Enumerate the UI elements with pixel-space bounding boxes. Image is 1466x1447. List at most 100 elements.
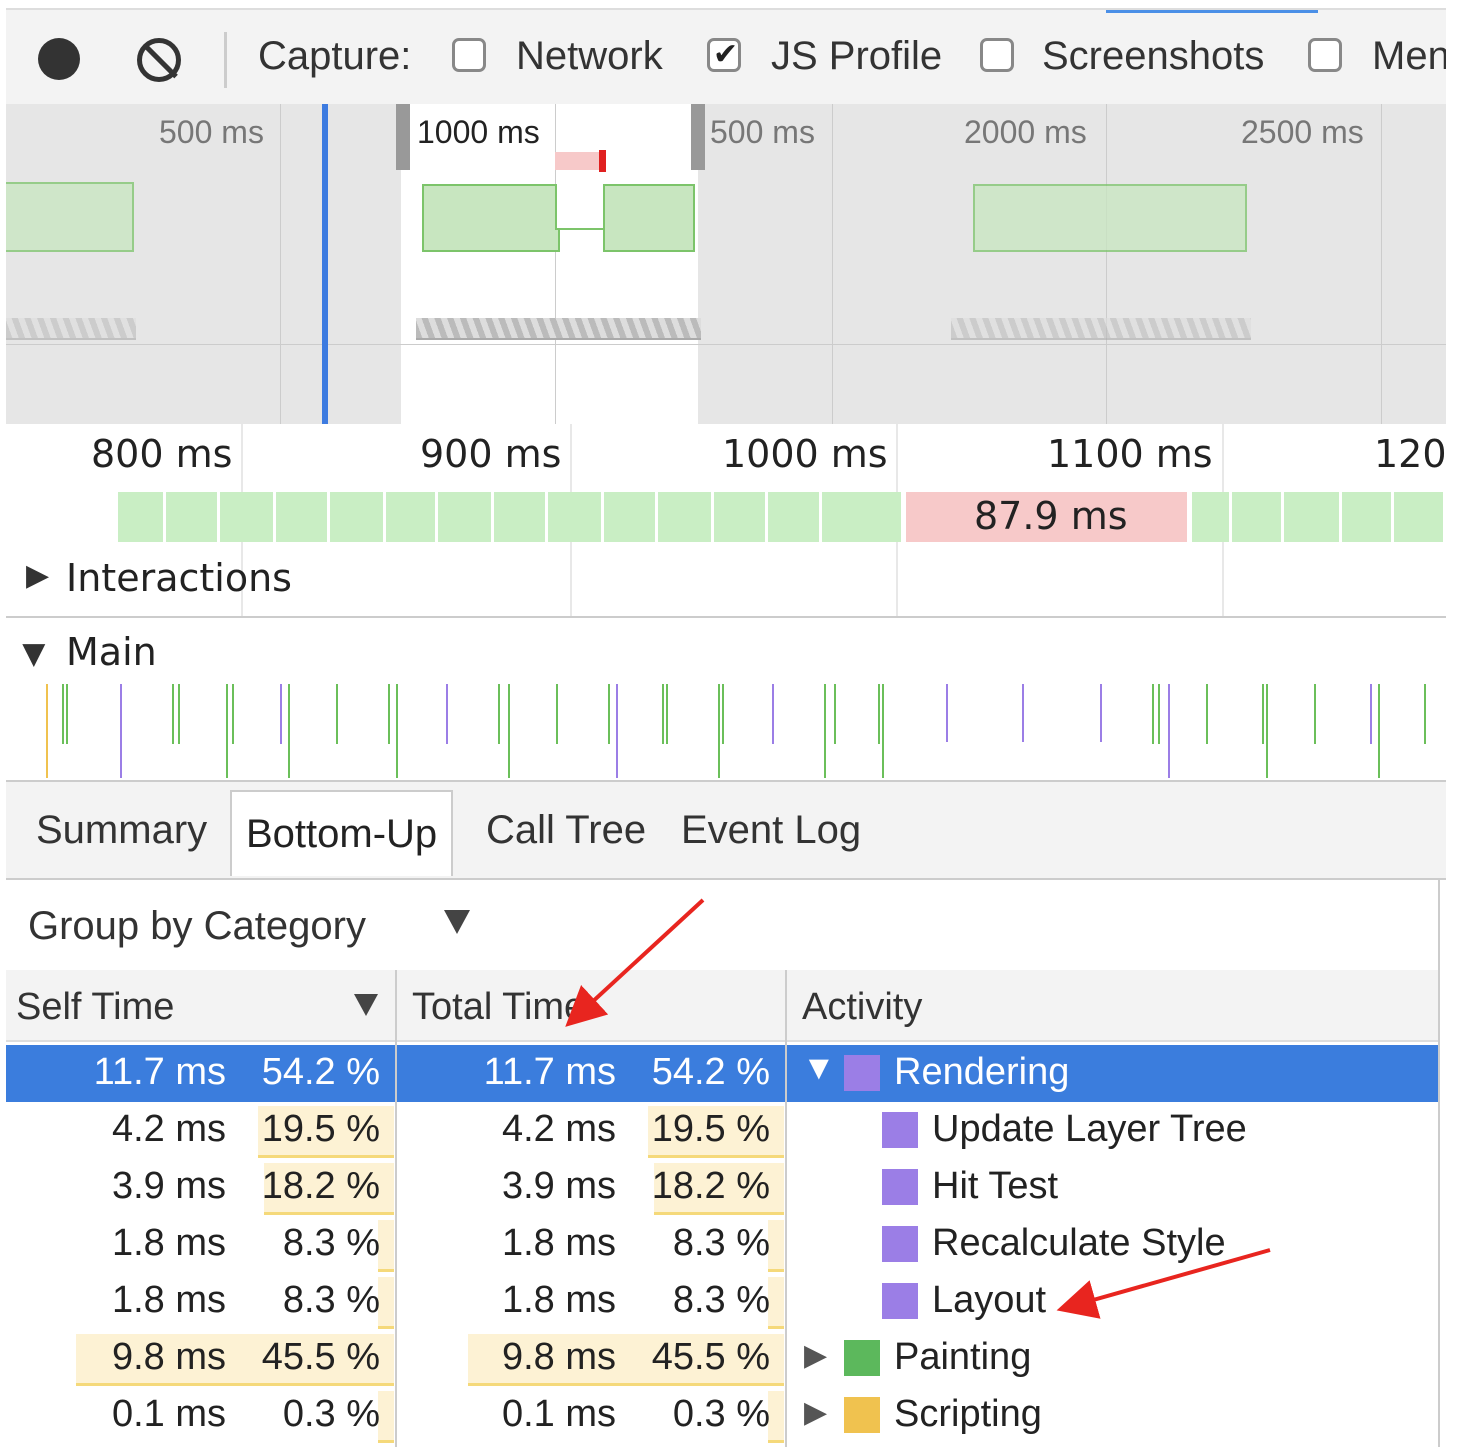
total-time-header[interactable]: Total Time [396,970,786,1042]
overview-selection-window[interactable] [401,104,698,424]
interactions-expand-icon[interactable]: ▶ [26,558,49,593]
main-task-marker[interactable] [824,684,826,778]
main-task-marker[interactable] [1206,684,1208,744]
frame-bar[interactable] [276,492,330,542]
table-row[interactable]: 9.8 ms 45.5 % 9.8 ms 45.5 % ▶ Painting [6,1330,1438,1387]
main-task-marker[interactable] [878,684,880,744]
main-task-marker[interactable] [46,684,48,778]
main-task-marker[interactable] [1314,684,1316,744]
main-task-marker[interactable] [718,684,720,778]
overview-right-handle[interactable] [691,104,705,170]
main-task-marker[interactable] [666,684,668,744]
self-pct-highlight [378,1277,394,1329]
frame-bar[interactable] [1284,492,1342,542]
frame-bar[interactable] [822,492,904,542]
frame-bar[interactable] [714,492,768,542]
memory-checkbox[interactable] [1308,38,1342,72]
main-task-marker[interactable] [616,684,618,778]
table-row[interactable]: 3.9 ms 18.2 % 3.9 ms 18.2 % Hit Test [6,1159,1438,1216]
clear-icon[interactable] [137,38,181,82]
frame-bar[interactable] [1342,492,1394,542]
memory-label[interactable]: Men [1372,34,1446,79]
main-task-marker[interactable] [396,684,398,778]
collapse-triangle-icon[interactable]: ▼ [802,1049,836,1088]
main-task-marker[interactable] [1100,684,1102,742]
record-button[interactable] [38,38,80,80]
main-task-marker[interactable] [280,684,282,744]
table-row[interactable]: 1.8 ms 8.3 % 1.8 ms 8.3 % Recalculate Style [6,1216,1438,1273]
main-task-marker[interactable] [388,684,390,744]
main-task-marker[interactable] [336,684,338,744]
main-task-marker[interactable] [120,684,122,778]
main-task-marker[interactable] [662,684,664,744]
main-track-title[interactable]: Main [66,630,157,674]
main-task-marker[interactable] [508,684,510,778]
frame-bar[interactable] [604,492,658,542]
frame-bar[interactable] [220,492,276,542]
main-task-marker[interactable] [556,684,558,744]
main-task-marker[interactable] [1378,684,1380,778]
tab-call-tree[interactable]: Call Tree [486,808,646,853]
js-profile-checkbox[interactable] [707,37,741,72]
main-task-marker[interactable] [946,684,948,742]
main-task-marker[interactable] [608,684,610,744]
frame-bar[interactable] [1232,492,1284,542]
main-collapse-icon[interactable]: ▶ [18,644,53,667]
frame-bar[interactable] [118,492,166,542]
main-task-marker[interactable] [1266,684,1268,778]
main-task-marker[interactable] [232,684,234,744]
interactions-track-title[interactable]: Interactions [66,556,292,600]
frame-bar[interactable] [166,492,220,542]
table-row[interactable]: 1.8 ms 8.3 % 1.8 ms 8.3 % Layout [6,1273,1438,1330]
main-task-marker[interactable] [1022,684,1024,742]
frame-bar[interactable] [548,492,604,542]
frame-bar[interactable] [330,492,386,542]
overview-left-handle[interactable] [396,104,410,170]
frame-bar[interactable] [494,492,548,542]
main-task-marker[interactable] [178,684,180,744]
main-task-marker[interactable] [66,684,68,744]
frame-bar[interactable] [1394,492,1446,542]
main-task-marker[interactable] [834,684,836,744]
main-thread-track[interactable]: ▶ Main [6,618,1446,782]
frame-bar[interactable] [768,492,822,542]
network-label[interactable]: Network [516,34,663,79]
expand-triangle-icon[interactable]: ▶ [804,1338,827,1373]
screenshots-label[interactable]: Screenshots [1042,34,1264,79]
main-task-marker[interactable] [498,684,500,744]
screenshots-checkbox[interactable] [980,38,1014,72]
frame-bar[interactable] [438,492,494,542]
table-row[interactable]: 11.7 ms 54.2 % 11.7 ms 54.2 % ▼ Rendering [6,1045,1438,1102]
chevron-down-icon[interactable] [444,910,470,934]
main-task-marker[interactable] [722,684,724,744]
expand-triangle-icon[interactable]: ▶ [804,1395,827,1430]
table-row[interactable]: 0.1 ms 0.3 % 0.1 ms 0.3 % ▶ Scripting [6,1387,1438,1444]
main-task-marker[interactable] [1168,684,1170,778]
main-task-marker[interactable] [1158,684,1160,744]
network-checkbox[interactable] [452,38,486,72]
js-profile-label[interactable]: JS Profile [771,34,942,79]
main-task-marker[interactable] [1262,684,1264,744]
main-task-marker[interactable] [172,684,174,744]
main-task-marker[interactable] [1152,684,1154,744]
activity-header[interactable]: Activity [786,970,1438,1042]
frame-bar[interactable] [658,492,714,542]
table-row[interactable]: 4.2 ms 19.5 % 4.2 ms 19.5 % Update Layer Tre… [6,1102,1438,1159]
frame-bar[interactable] [386,492,438,542]
main-task-marker[interactable] [62,684,64,744]
group-by-select[interactable]: Group by Category [28,904,366,949]
main-task-marker[interactable] [288,684,290,778]
frame-bar[interactable] [1192,492,1232,542]
main-task-marker[interactable] [226,684,228,778]
self-time-header[interactable]: Self Time [6,970,396,1042]
tab-summary[interactable]: Summary [36,808,207,853]
main-task-marker[interactable] [446,684,448,744]
flamechart-ruler[interactable]: 800 ms 900 ms 1000 ms 1100 ms 120 87.9 m… [6,424,1446,618]
main-task-marker[interactable] [1424,684,1426,744]
tab-event-log[interactable]: Event Log [681,808,861,853]
main-task-marker[interactable] [772,684,774,744]
tab-bottom-up[interactable]: Bottom-Up [230,790,454,876]
timeline-overview[interactable]: 500 ms 1000 ms 500 ms 2000 ms 2500 ms [6,104,1446,426]
main-task-marker[interactable] [1370,684,1372,744]
main-task-marker[interactable] [882,684,884,778]
